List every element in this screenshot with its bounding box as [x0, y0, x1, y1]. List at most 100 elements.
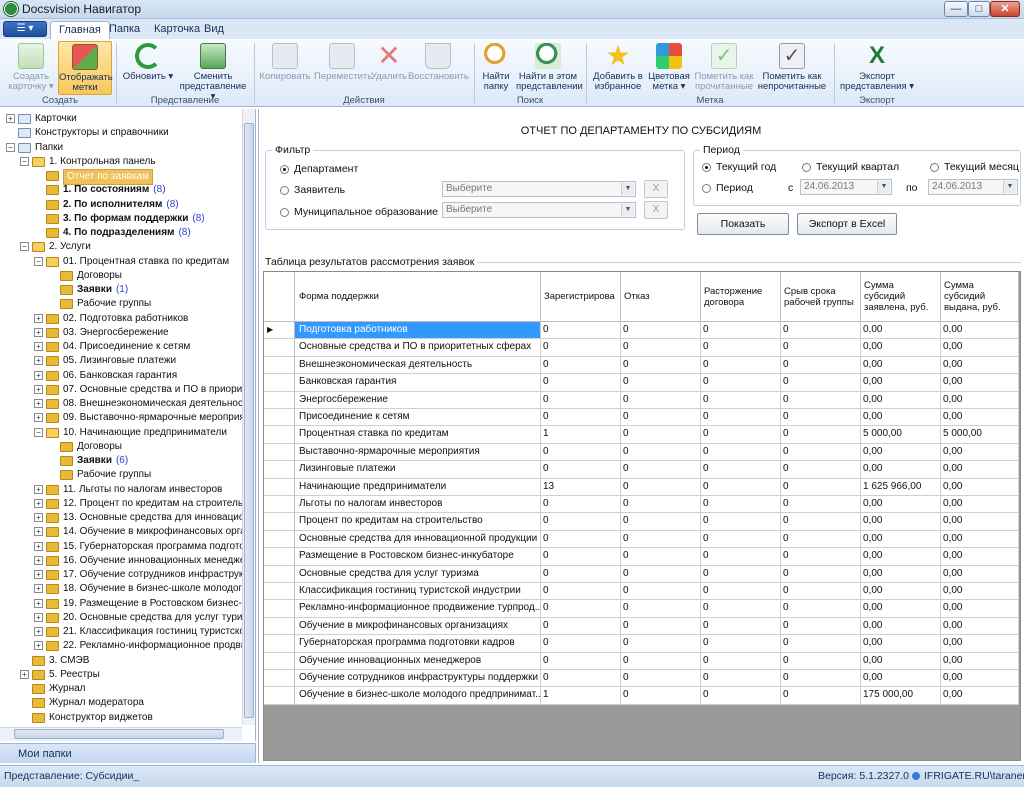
table-cell[interactable]: 0 — [621, 426, 701, 444]
table-cell[interactable]: Начинающие предприниматели — [295, 478, 541, 496]
table-cell[interactable]: 0 — [621, 374, 701, 392]
tree-item[interactable]: +09. Выставочно-ярмарочные мероприятия — [0, 411, 255, 425]
row-header[interactable] — [264, 565, 295, 583]
table-cell[interactable]: 0 — [701, 374, 781, 392]
table-cell[interactable]: 0,00 — [861, 443, 941, 462]
table-cell[interactable]: 0 — [701, 600, 781, 618]
row-header[interactable] — [264, 496, 295, 514]
table-cell[interactable]: Основные средства для инновационной прод… — [295, 530, 541, 549]
table-cell[interactable]: Рекламно-информационное продвижение турп… — [295, 600, 541, 618]
add-favorites-button[interactable]: ★ Добавить в избранное — [590, 41, 646, 95]
table-cell[interactable]: 5 000,00 — [941, 426, 1019, 444]
table-cell[interactable]: Льготы по налогам инвесторов — [295, 496, 541, 514]
tree-horizontal-scroll-thumb[interactable] — [14, 729, 224, 739]
table-cell[interactable]: 0 — [541, 670, 621, 688]
period-current-year-radio[interactable] — [702, 163, 711, 172]
table-cell[interactable]: 0 — [621, 583, 701, 601]
export-view-button[interactable]: X Экспорт представления ▾ — [838, 41, 916, 95]
table-cell[interactable]: 0 — [701, 339, 781, 357]
table-cell[interactable]: 13 — [541, 478, 621, 496]
expand-icon[interactable]: + — [34, 313, 43, 323]
table-cell[interactable]: Обучение в микрофинансовых организациях — [295, 617, 541, 636]
table-cell[interactable]: Губернаторская программа подготовки кадр… — [295, 635, 541, 653]
table-cell[interactable]: 0 — [541, 443, 621, 462]
row-header[interactable] — [264, 583, 295, 601]
expand-icon[interactable]: + — [34, 570, 43, 579]
mark-unread-button[interactable]: ✓ Пометить как непрочитанные — [756, 41, 828, 95]
table-cell[interactable]: 0 — [781, 635, 861, 653]
row-header[interactable] — [264, 670, 295, 688]
applicant-select[interactable]: Выберите ▼ — [442, 181, 636, 197]
tree-item[interactable]: +14. Обучение в микрофинансовых организа — [0, 525, 255, 539]
table-cell[interactable]: 0 — [781, 391, 861, 409]
delete-button[interactable]: ✕ Удалить — [370, 41, 408, 95]
table-cell[interactable]: 0 — [781, 409, 861, 427]
table-cell[interactable]: 0 — [781, 600, 861, 618]
table-cell[interactable]: 0 — [701, 322, 781, 340]
table-cell[interactable]: 0 — [621, 339, 701, 357]
color-label-button[interactable]: Цветовая метка ▾ — [646, 41, 692, 95]
table-cell[interactable]: 0,00 — [861, 635, 941, 653]
table-cell[interactable]: 0 — [621, 322, 701, 340]
table-cell[interactable]: 0,00 — [941, 461, 1019, 479]
table-cell[interactable]: 0 — [781, 617, 861, 636]
tree-item[interactable]: − 1. Контрольная панель — [0, 155, 242, 169]
row-header[interactable] — [264, 426, 295, 444]
row-header[interactable] — [264, 548, 295, 566]
table-cell[interactable]: 5 000,00 — [861, 426, 941, 444]
tree-item[interactable]: +17. Обучение сотрудников инфраструктуры — [0, 568, 255, 582]
tree-item[interactable]: − 10. Начинающие предприниматели — [0, 426, 242, 440]
show-labels-button[interactable]: Отображать метки — [58, 41, 113, 95]
row-header[interactable] — [264, 409, 295, 427]
tree-item[interactable]: − Папки — [0, 141, 242, 155]
table-cell[interactable]: 0 — [541, 583, 621, 601]
expand-icon[interactable]: + — [34, 541, 43, 551]
table-cell[interactable]: 0 — [541, 600, 621, 618]
table-cell[interactable]: 0 — [621, 513, 701, 531]
find-in-view-button[interactable]: Найти в этом представлении — [516, 41, 583, 95]
tree-item[interactable]: 3. По формам поддержки (8) — [0, 212, 242, 226]
row-header[interactable] — [264, 600, 295, 618]
table-cell[interactable]: 0 — [701, 583, 781, 601]
column-header[interactable]: Сумма субсидий заявлена, руб. — [861, 272, 941, 322]
table-cell[interactable]: 0 — [541, 652, 621, 670]
tree-item[interactable]: Рабочие группы — [0, 468, 242, 482]
table-cell[interactable]: 0 — [781, 530, 861, 549]
tree-item[interactable]: +12. Процент по кредитам на строительств… — [0, 497, 255, 511]
row-header[interactable] — [264, 652, 295, 670]
date-from-picker[interactable]: 24.06.2013 ▼ — [800, 179, 892, 195]
table-cell[interactable]: 0 — [701, 687, 781, 705]
table-cell[interactable]: 0 — [701, 461, 781, 479]
table-cell[interactable]: 0 — [621, 496, 701, 514]
tab-folder[interactable]: Папка — [101, 21, 148, 39]
table-cell[interactable]: Внешнеэкономическая деятельность — [295, 356, 541, 375]
table-cell[interactable]: 0 — [621, 652, 701, 670]
collapse-icon[interactable]: − — [34, 256, 43, 266]
collapse-icon[interactable]: − — [20, 242, 29, 252]
table-cell[interactable]: 1 — [541, 687, 621, 705]
table-cell[interactable]: 0 — [781, 687, 861, 705]
table-cell[interactable]: 0 — [701, 670, 781, 688]
table-cell[interactable]: 0,00 — [941, 530, 1019, 549]
table-cell[interactable]: 0 — [781, 478, 861, 496]
row-header[interactable] — [264, 443, 295, 462]
table-cell[interactable]: 0 — [621, 478, 701, 496]
table-cell[interactable]: 0 — [701, 391, 781, 409]
expand-icon[interactable]: + — [34, 342, 43, 351]
tree-item[interactable]: Отчет по заявкам — [0, 169, 242, 185]
municipality-select[interactable]: Выберите ▼ — [442, 202, 636, 218]
table-cell[interactable]: Присоединение к сетям — [295, 409, 541, 427]
tree-item[interactable]: 2. По исполнителям (8) — [0, 198, 242, 212]
table-cell[interactable]: 0,00 — [861, 391, 941, 409]
row-header[interactable] — [264, 391, 295, 409]
expand-icon[interactable]: + — [34, 484, 43, 494]
tree-item[interactable]: − 2. Услуги — [0, 240, 242, 254]
table-cell[interactable]: 175 000,00 — [861, 687, 941, 705]
table-cell[interactable]: 0,00 — [941, 391, 1019, 409]
move-button[interactable]: Переместить — [314, 41, 372, 95]
table-cell[interactable]: 0 — [781, 548, 861, 566]
table-cell[interactable]: 0 — [701, 478, 781, 496]
application-menu-button[interactable]: ☰ ▾ — [3, 21, 47, 37]
collapse-icon[interactable]: − — [20, 156, 29, 166]
table-cell[interactable]: 0,00 — [941, 600, 1019, 618]
